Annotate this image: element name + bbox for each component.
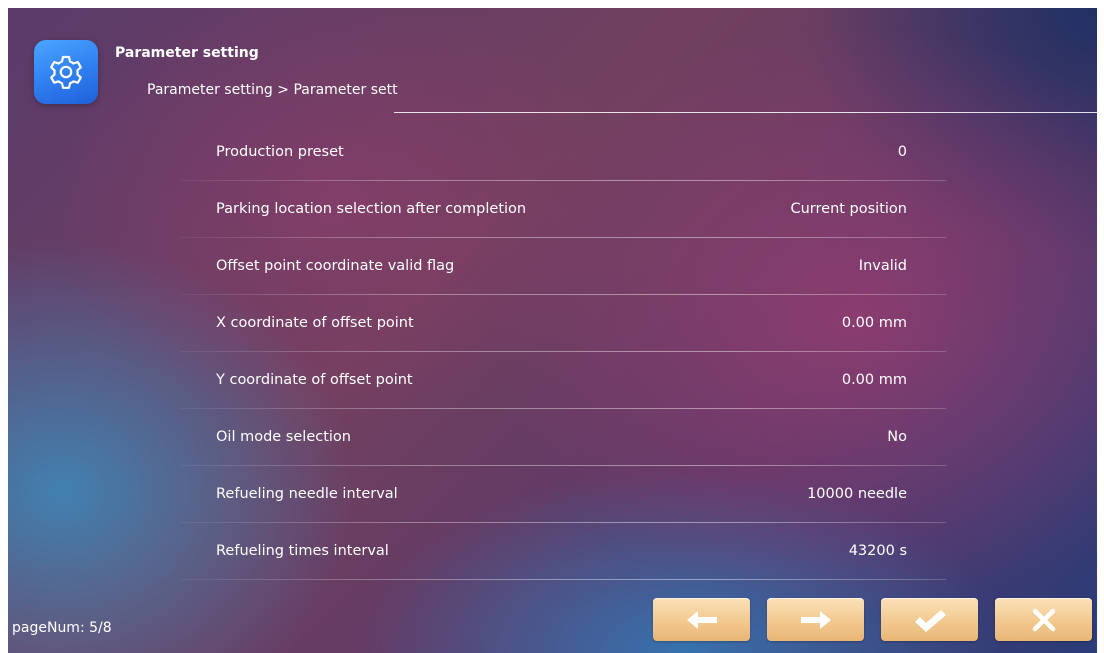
param-label: Oil mode selection: [216, 429, 351, 445]
param-label: Production preset: [216, 144, 344, 160]
param-row-refueling-needle-interval[interactable]: Refueling needle interval 10000 needle: [180, 468, 946, 525]
row-divider: [180, 465, 946, 466]
param-label: Offset point coordinate valid flag: [216, 258, 455, 274]
param-value[interactable]: Current position: [790, 201, 907, 217]
close-button[interactable]: [995, 598, 1092, 641]
page-title: Parameter setting: [115, 45, 259, 61]
header-divider: [394, 112, 1097, 113]
arrow-right-icon: [800, 610, 831, 629]
app-icon-tile: [34, 40, 98, 104]
next-page-button[interactable]: [767, 598, 864, 641]
breadcrumb: Parameter setting > Parameter setting: [147, 82, 398, 98]
close-icon: [1032, 608, 1055, 631]
param-value[interactable]: Invalid: [859, 258, 907, 274]
param-label: X coordinate of offset point: [216, 315, 414, 331]
param-row-oil-mode[interactable]: Oil mode selection No: [180, 411, 946, 468]
arrow-left-icon: [686, 610, 717, 629]
param-row-offset-valid-flag[interactable]: Offset point coordinate valid flag Inval…: [180, 240, 946, 297]
row-divider: [180, 408, 946, 409]
param-label: Parking location selection after complet…: [216, 201, 527, 217]
row-divider: [180, 237, 946, 238]
row-divider: [180, 294, 946, 295]
param-label: Y coordinate of offset point: [216, 372, 413, 388]
screen: Parameter setting Parameter setting > Pa…: [8, 8, 1097, 653]
page-number: pageNum: 5/8: [12, 620, 112, 636]
param-value[interactable]: No: [887, 429, 907, 445]
param-value[interactable]: 43200 s: [849, 543, 907, 559]
param-value[interactable]: 0.00 mm: [842, 372, 907, 388]
param-label: Refueling times interval: [216, 543, 389, 559]
param-row-parking-location[interactable]: Parking location selection after complet…: [180, 183, 946, 240]
checkmark-icon: [914, 609, 946, 632]
param-row-refueling-times-interval[interactable]: Refueling times interval 43200 s: [180, 525, 946, 582]
param-value[interactable]: 10000 needle: [807, 486, 907, 502]
row-divider: [180, 351, 946, 352]
confirm-button[interactable]: [881, 598, 978, 641]
row-divider: [180, 522, 946, 523]
param-row-offset-y[interactable]: Y coordinate of offset point 0.00 mm: [180, 354, 946, 411]
gear-icon: [50, 55, 82, 89]
row-divider: [180, 579, 946, 580]
row-divider: [180, 180, 946, 181]
param-row-offset-x[interactable]: X coordinate of offset point 0.00 mm: [180, 297, 946, 354]
param-value[interactable]: 0.00 mm: [842, 315, 907, 331]
param-row-production-preset[interactable]: Production preset 0: [180, 126, 946, 183]
previous-page-button[interactable]: [653, 598, 750, 641]
param-value[interactable]: 0: [898, 144, 907, 160]
param-label: Refueling needle interval: [216, 486, 398, 502]
